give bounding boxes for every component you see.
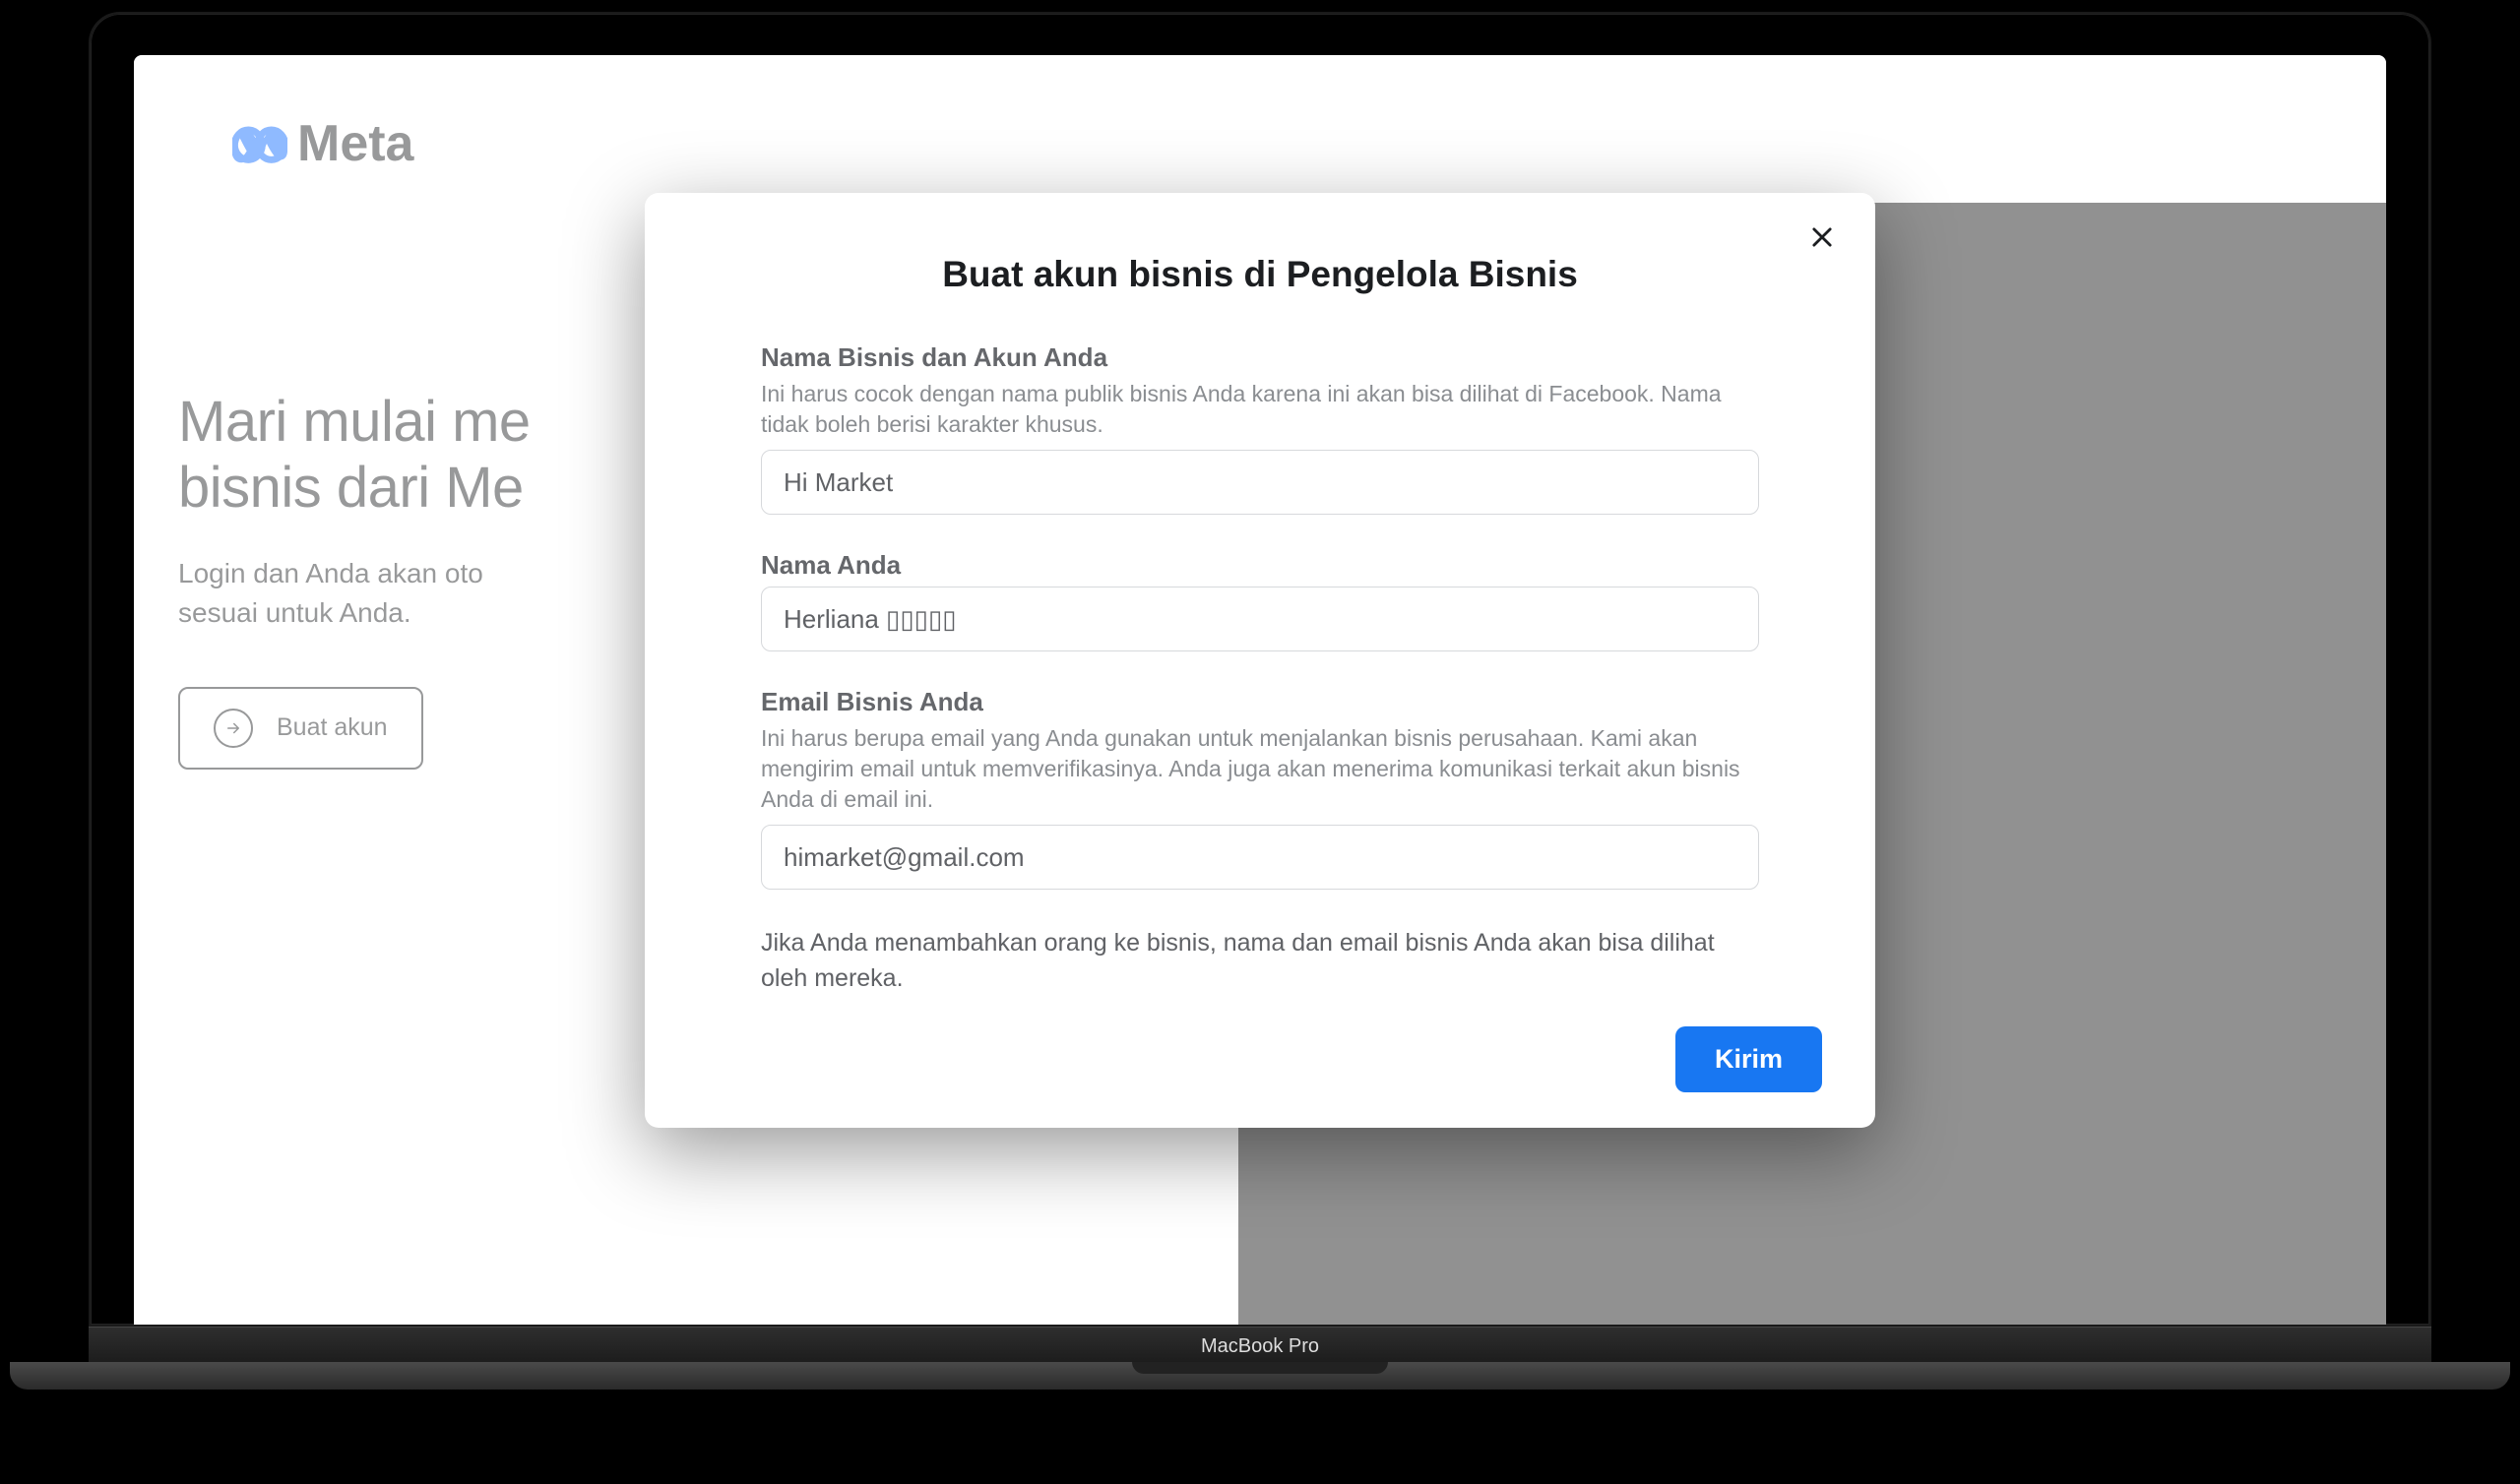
email-hint: Ini harus berupa email yang Anda gunakan… [761,723,1759,815]
screen-bezel: Meta Mari mulai me bisnis dari Me Login … [89,12,2431,1327]
modal-title: Buat akun bisnis di Pengelola Bisnis [694,254,1826,295]
laptop-body: MacBook Pro [89,1327,2431,1366]
business-name-label: Nama Bisnis dan Akun Anda [761,342,1759,373]
field-your-name: Nama Anda [694,550,1826,651]
field-business-name: Nama Bisnis dan Akun Anda Ini harus coco… [694,342,1826,515]
laptop-notch-cut [1132,1362,1388,1374]
business-name-input[interactable] [761,450,1759,515]
email-input[interactable] [761,825,1759,890]
your-name-label: Nama Anda [761,550,1759,581]
close-button[interactable] [1800,218,1844,262]
close-icon [1808,223,1836,251]
your-name-input[interactable] [761,587,1759,651]
modal-footer: Kirim [694,1026,1826,1092]
device-label: MacBook Pro [1201,1335,1319,1358]
create-business-modal: Buat akun bisnis di Pengelola Bisnis Nam… [645,193,1875,1128]
laptop-frame: Meta Mari mulai me bisnis dari Me Login … [89,12,2431,1366]
screen: Meta Mari mulai me bisnis dari Me Login … [134,55,2386,1325]
business-name-hint: Ini harus cocok dengan nama publik bisni… [761,379,1759,440]
email-label: Email Bisnis Anda [761,687,1759,717]
field-email: Email Bisnis Anda Ini harus berupa email… [694,687,1826,890]
disclaimer-text: Jika Anda menambahkan orang ke bisnis, n… [694,925,1826,997]
laptop-base [10,1362,2510,1390]
submit-button[interactable]: Kirim [1675,1026,1822,1092]
